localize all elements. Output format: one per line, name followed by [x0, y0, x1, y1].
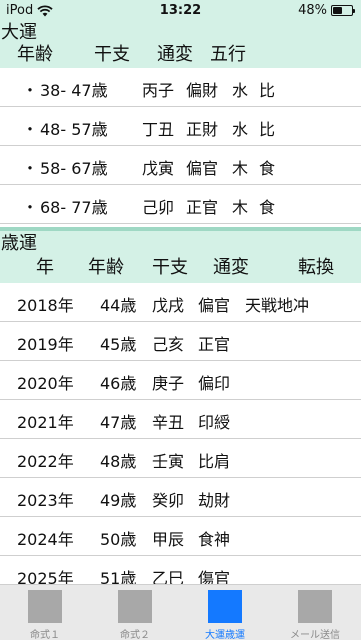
saiun-col-tsuhen: 通変 [213, 257, 249, 278]
row-bullet: ・ [22, 81, 39, 100]
taiun-age: 48- 57歳 [40, 120, 108, 139]
tab-label: 命式２ [120, 630, 150, 640]
taiun-gogyo: 木 [232, 159, 249, 178]
saiun-col-kanshi: 干支 [152, 257, 188, 278]
taiun-col-kanshi: 干支 [94, 44, 130, 65]
saiun-title: 歳運 [1, 233, 37, 254]
row-bullet: ・ [22, 198, 39, 217]
taiun-col-age: 年齢 [17, 44, 53, 65]
taiun-row[interactable]: ・ 38- 47歳 丙子 偏財 水 比 [0, 68, 361, 107]
taiun-extra: 食 [259, 198, 276, 217]
tab-label: メール送信 [290, 630, 340, 640]
saiun-row[interactable]: 2023年 49歳 癸卯 劫財 [0, 478, 361, 517]
saiun-row[interactable]: 2018年 44歳 戊戌 偏官 天戦地冲 [0, 283, 361, 322]
tab-label: 大運歳運 [205, 630, 245, 640]
saiun-kanshi: 甲辰 [152, 530, 185, 549]
tab-taiun-saiun[interactable]: 大運歳運 [180, 585, 270, 640]
taiun-gogyo: 水 [232, 120, 249, 139]
tab-mail-send[interactable]: メール送信 [270, 585, 360, 640]
tab-meishiki-1[interactable]: 命式１ [0, 585, 90, 640]
status-right: 48% [298, 3, 355, 18]
taiun-age: 38- 47歳 [40, 81, 108, 100]
tab-label: 命式１ [30, 630, 60, 640]
battery-level [333, 7, 342, 14]
taiun-tsuhen: 正官 [186, 198, 219, 217]
saiun-row[interactable]: 2019年 45歳 己亥 正官 [0, 322, 361, 361]
saiun-tsuhen: 印綬 [198, 413, 231, 432]
taiun-row[interactable]: ・ 58- 67歳 戊寅 偏官 木 食 [0, 146, 361, 185]
taiun-extra: 比 [259, 81, 276, 100]
taiun-col-gogyo: 五行 [210, 44, 246, 65]
taiun-kanshi: 戊寅 [142, 159, 175, 178]
saiun-kanshi: 癸卯 [152, 491, 185, 510]
saiun-year: 2024年 [17, 530, 74, 549]
saiun-age: 50歳 [100, 530, 137, 549]
saiun-kanshi: 戊戌 [152, 296, 185, 315]
taiun-extra: 比 [259, 120, 276, 139]
saiun-row[interactable]: 2020年 46歳 庚子 偏印 [0, 361, 361, 400]
battery-percent: 48% [298, 3, 327, 18]
taiun-kanshi: 己卯 [142, 198, 175, 217]
taiun-row[interactable]: ・ 48- 57歳 丁丑 正財 水 比 [0, 107, 361, 146]
tab-placeholder-icon [298, 590, 332, 623]
taiun-title: 大運 [1, 22, 37, 43]
tab-placeholder-icon [118, 590, 152, 623]
saiun-year: 2018年 [17, 296, 74, 315]
saiun-year: 2023年 [17, 491, 74, 510]
saiun-row[interactable]: 2021年 47歳 辛丑 印綬 [0, 400, 361, 439]
saiun-year: 2020年 [17, 374, 74, 393]
saiun-tsuhen: 比肩 [198, 452, 231, 471]
saiun-row[interactable]: 2024年 50歳 甲辰 食神 [0, 517, 361, 556]
saiun-kanshi: 己亥 [152, 335, 185, 354]
saiun-col-age: 年齢 [88, 257, 124, 278]
taiun-tsuhen: 正財 [186, 120, 219, 139]
saiun-tsuhen: 偏印 [198, 374, 231, 393]
saiun-year: 2022年 [17, 452, 74, 471]
taiun-age: 58- 67歳 [40, 159, 108, 178]
saiun-age: 44歳 [100, 296, 137, 315]
taiun-section-header: 大運 年齢 干支 通変 五行 [0, 22, 361, 68]
saiun-age: 45歳 [100, 335, 137, 354]
saiun-tsuhen: 食神 [198, 530, 231, 549]
taiun-extra: 食 [259, 159, 276, 178]
saiun-age: 49歳 [100, 491, 137, 510]
saiun-age: 48歳 [100, 452, 137, 471]
taiun-col-tsuhen: 通変 [157, 44, 193, 65]
tab-bar: 命式１ 命式２ 大運歳運 メール送信 [0, 584, 361, 640]
tab-placeholder-icon [208, 590, 242, 623]
battery-icon [331, 5, 355, 16]
saiun-kanshi: 辛丑 [152, 413, 185, 432]
taiun-gogyo: 水 [232, 81, 249, 100]
saiun-col-year: 年 [36, 257, 54, 278]
saiun-year: 2021年 [17, 413, 74, 432]
taiun-kanshi: 丁丑 [142, 120, 175, 139]
taiun-tsuhen: 偏官 [186, 159, 219, 178]
saiun-year: 2019年 [17, 335, 74, 354]
saiun-row[interactable]: 2022年 48歳 壬寅 比肩 [0, 439, 361, 478]
saiun-tsuhen: 正官 [198, 335, 231, 354]
saiun-kanshi: 壬寅 [152, 452, 185, 471]
status-bar: iPod 13:22 48% [0, 0, 361, 22]
saiun-age: 46歳 [100, 374, 137, 393]
taiun-age: 68- 77歳 [40, 198, 108, 217]
taiun-tsuhen: 偏財 [186, 81, 219, 100]
row-bullet: ・ [22, 120, 39, 139]
saiun-col-tenkan: 転換 [298, 257, 334, 278]
saiun-tsuhen: 偏官 [198, 296, 231, 315]
tab-placeholder-icon [28, 590, 62, 623]
taiun-gogyo: 木 [232, 198, 249, 217]
saiun-age: 47歳 [100, 413, 137, 432]
saiun-kanshi: 庚子 [152, 374, 185, 393]
saiun-tsuhen: 劫財 [198, 491, 231, 510]
saiun-section-header: 歳運 年 年齢 干支 通変 転換 [0, 231, 361, 283]
tab-meishiki-2[interactable]: 命式２ [90, 585, 180, 640]
taiun-row[interactable]: ・ 68- 77歳 己卯 正官 木 食 [0, 185, 361, 224]
taiun-kanshi: 丙子 [142, 81, 175, 100]
row-bullet: ・ [22, 159, 39, 178]
saiun-tenkan: 天戦地冲 [245, 296, 310, 315]
